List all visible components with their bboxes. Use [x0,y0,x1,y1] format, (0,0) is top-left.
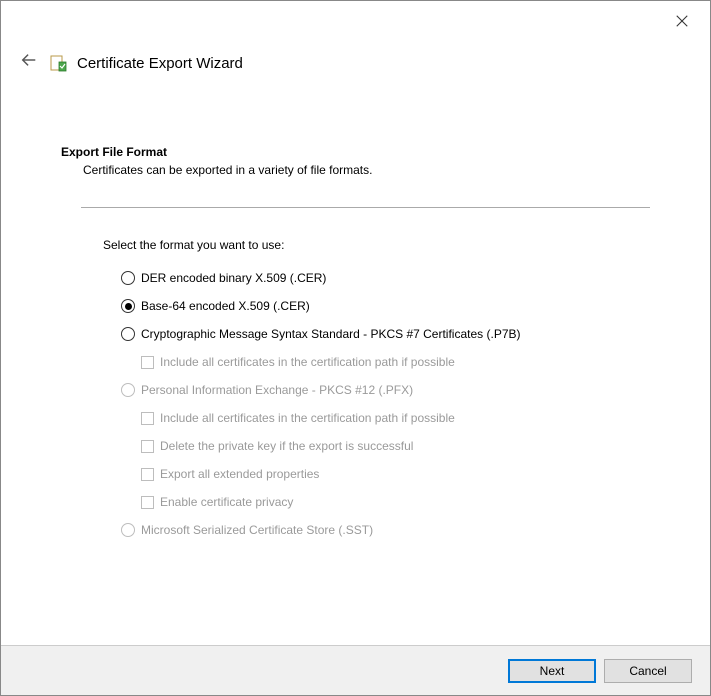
checkbox-icon [141,356,154,369]
radio-icon [121,327,135,341]
option-pfx-privacy: Enable certificate privacy [141,488,670,516]
wizard-content: Export File Format Certificates can be e… [1,75,710,544]
checkbox-icon [141,496,154,509]
radio-icon [121,271,135,285]
option-base64-label: Base-64 encoded X.509 (.CER) [141,299,310,313]
back-arrow-icon[interactable] [19,51,39,75]
option-pfx-delete: Delete the private key if the export is … [141,432,670,460]
wizard-title: Certificate Export Wizard [77,55,243,72]
option-pkcs7[interactable]: Cryptographic Message Syntax Standard - … [121,320,670,348]
option-pfx-extended: Export all extended properties [141,460,670,488]
option-der-label: DER encoded binary X.509 (.CER) [141,271,326,285]
option-pfx-extended-label: Export all extended properties [160,467,319,481]
wizard-footer: Next Cancel [1,645,710,695]
option-pkcs7-include: Include all certificates in the certific… [141,348,670,376]
checkbox-icon [141,412,154,425]
option-pfx-privacy-label: Enable certificate privacy [160,495,293,509]
option-sst: Microsoft Serialized Certificate Store (… [121,516,670,544]
option-base64[interactable]: Base-64 encoded X.509 (.CER) [121,292,670,320]
option-pfx-include: Include all certificates in the certific… [141,404,670,432]
next-button[interactable]: Next [508,659,596,683]
option-der[interactable]: DER encoded binary X.509 (.CER) [121,264,670,292]
option-pfx-label: Personal Information Exchange - PKCS #12… [141,383,413,397]
option-pfx-delete-label: Delete the private key if the export is … [160,439,413,453]
cancel-button[interactable]: Cancel [604,659,692,683]
option-sst-label: Microsoft Serialized Certificate Store (… [141,523,373,537]
radio-icon [121,383,135,397]
format-prompt: Select the format you want to use: [61,208,670,252]
certificate-icon [49,54,67,72]
checkbox-icon [141,468,154,481]
option-pfx-include-label: Include all certificates in the certific… [160,411,455,425]
radio-icon [121,523,135,537]
radio-icon [121,299,135,313]
section-title: Export File Format [61,145,670,159]
format-options: DER encoded binary X.509 (.CER) Base-64 … [61,252,670,544]
close-button[interactable] [670,9,694,33]
wizard-header: Certificate Export Wizard [1,1,710,75]
option-pfx: Personal Information Exchange - PKCS #12… [121,376,670,404]
checkbox-icon [141,440,154,453]
option-pkcs7-include-label: Include all certificates in the certific… [160,355,455,369]
section-description: Certificates can be exported in a variet… [61,159,670,177]
option-pkcs7-label: Cryptographic Message Syntax Standard - … [141,327,521,341]
